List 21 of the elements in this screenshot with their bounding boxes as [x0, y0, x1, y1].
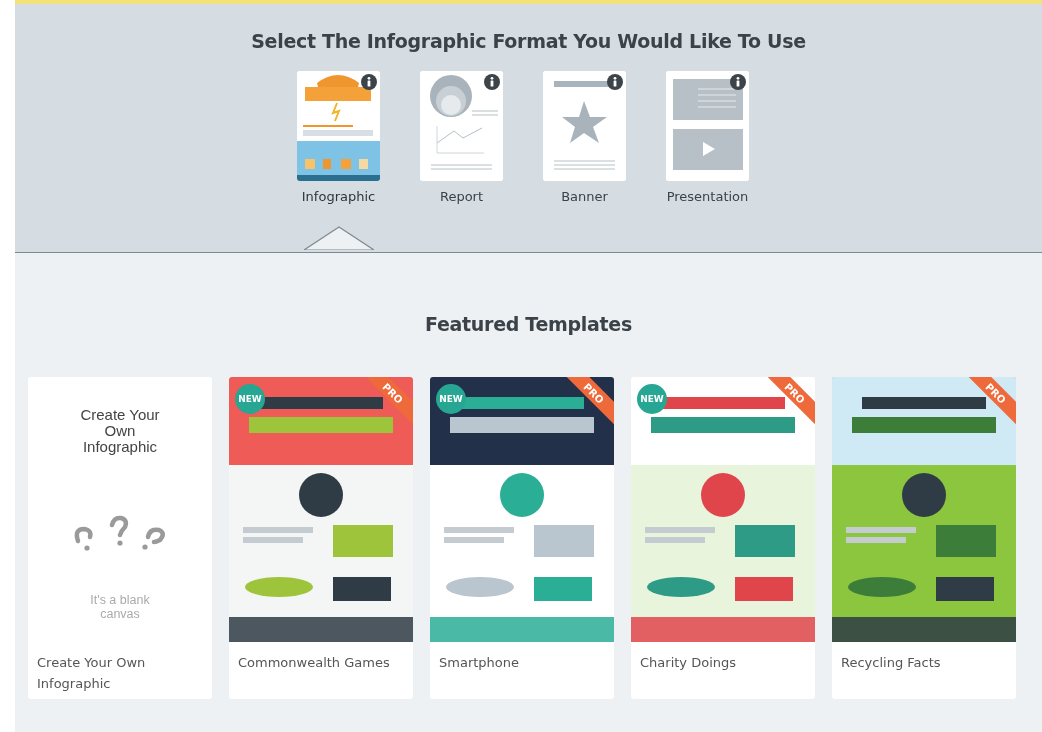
- format-label: Infographic: [301, 189, 376, 204]
- info-icon[interactable]: [730, 74, 746, 90]
- info-icon[interactable]: [607, 74, 623, 90]
- format-label: Banner: [561, 189, 608, 204]
- section-title: Select The Infographic Format You Would Like To Use: [251, 30, 806, 52]
- info-icon[interactable]: [361, 74, 377, 90]
- slides-icon: [666, 71, 749, 181]
- template-title: Create Your Own Infographic: [37, 655, 146, 691]
- template-title: Commonwealth Games: [238, 655, 390, 670]
- card-heading: Create Your Own Infographic: [79, 407, 161, 455]
- template-title: Charity Doings: [640, 655, 736, 670]
- template-card[interactable]: Create Your Own Infographic It's a blank canvas Create Your Own Infographic: [28, 377, 212, 699]
- selection-pointer: [303, 226, 374, 250]
- template-title: Smartphone: [439, 655, 519, 670]
- format-label: Presentation: [666, 189, 749, 204]
- section-title: Featured Templates: [425, 313, 632, 335]
- template-title: Recycling Facts: [841, 655, 941, 670]
- card-subtext: It's a blank canvas: [89, 593, 151, 621]
- report-icon: [420, 71, 503, 181]
- format-label: Report: [439, 189, 484, 204]
- info-icon[interactable]: [484, 74, 500, 90]
